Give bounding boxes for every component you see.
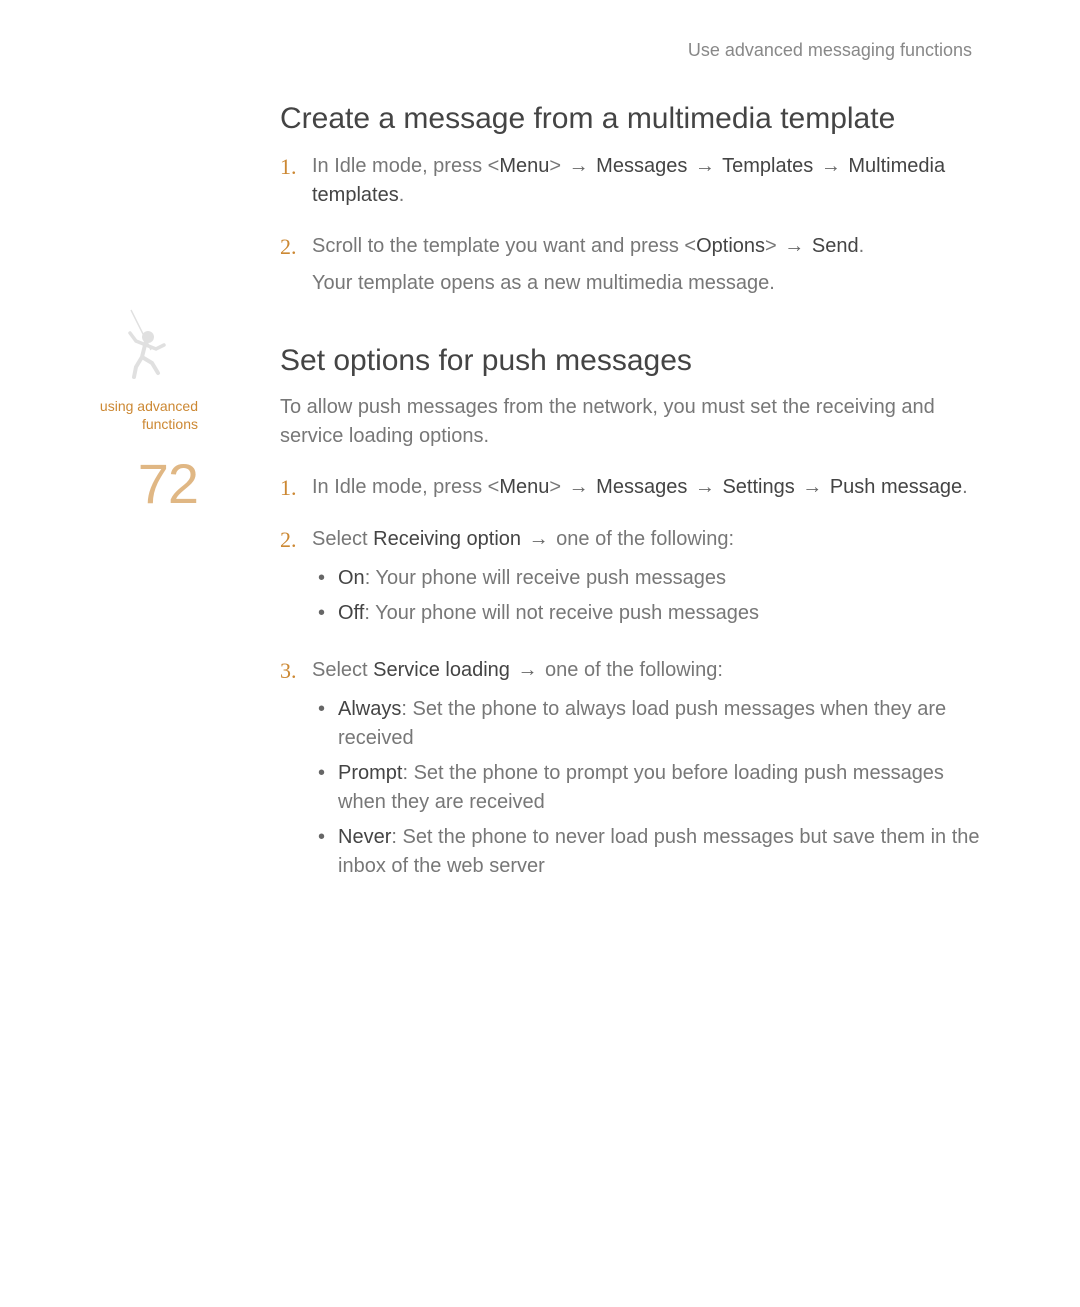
bullet-item: Always: Set the phone to always load pus…: [338, 695, 980, 753]
arrow-icon: →: [567, 476, 591, 498]
arrow-icon: →: [527, 528, 551, 550]
section2-step: 2.Select Receiving option → one of the f…: [280, 525, 980, 634]
bullet-label: Off: [338, 602, 364, 624]
bold-term: Receiving option: [373, 528, 521, 550]
section1-step: 2.Scroll to the template you want and pr…: [280, 232, 980, 298]
bold-term: Push message: [830, 476, 962, 498]
step-text: In Idle mode, press <Menu> → Messages → …: [312, 152, 980, 210]
bullet-item: On: Your phone will receive push message…: [338, 564, 980, 593]
bold-term: Messages: [596, 476, 687, 498]
sidebar: using advanced functions 72: [78, 305, 198, 516]
page-header: Use advanced messaging functions: [688, 40, 972, 61]
step-body: In Idle mode, press <Menu> → Messages → …: [312, 152, 980, 210]
bullet-label: Prompt: [338, 762, 402, 784]
sidebar-label-line2: functions: [142, 416, 198, 432]
bullet-item: Prompt: Set the phone to prompt you befo…: [338, 759, 980, 817]
bold-term: Menu: [499, 476, 549, 498]
step-number: 2.: [280, 232, 312, 298]
step-number: 1.: [280, 473, 312, 503]
step-text: Scroll to the template you want and pres…: [312, 232, 980, 261]
step-body: In Idle mode, press <Menu> → Messages → …: [312, 473, 980, 503]
bold-term: Service loading: [373, 659, 510, 681]
step-body: Select Receiving option → one of the fol…: [312, 525, 980, 634]
section-heading-2: Set options for push messages: [280, 342, 980, 380]
step-number: 1.: [280, 152, 312, 210]
step-text: In Idle mode, press <Menu> → Messages → …: [312, 473, 980, 502]
page-number: 72: [138, 451, 198, 516]
climber-icon: [116, 305, 186, 390]
bold-term: Options: [696, 235, 765, 257]
bullet-item: Off: Your phone will not receive push me…: [338, 599, 980, 628]
bullet-label: Never: [338, 826, 391, 848]
arrow-icon: →: [693, 476, 717, 498]
bullet-text: : Your phone will not receive push messa…: [364, 602, 759, 624]
section2-intro: To allow push messages from the network,…: [280, 393, 980, 451]
bullet-label: On: [338, 567, 365, 589]
step-body: Scroll to the template you want and pres…: [312, 232, 980, 298]
arrow-icon: →: [693, 155, 717, 177]
step-number: 2.: [280, 525, 312, 634]
main-content: Create a message from a multimedia templ…: [280, 100, 980, 909]
step-number: 3.: [280, 656, 312, 887]
section1-step: 1.In Idle mode, press <Menu> → Messages …: [280, 152, 980, 210]
bold-term: Send: [812, 235, 859, 257]
sidebar-section-label: using advanced functions: [100, 398, 198, 433]
bold-term: Settings: [722, 476, 794, 498]
section2-step: 1.In Idle mode, press <Menu> → Messages …: [280, 473, 980, 503]
bullet-text: : Your phone will receive push messages: [365, 567, 726, 589]
arrow-icon: →: [819, 155, 843, 177]
bullet-label: Always: [338, 698, 401, 720]
bullet-text: : Set the phone to never load push messa…: [338, 826, 980, 877]
arrow-icon: →: [515, 659, 539, 681]
bullet-text: : Set the phone to always load push mess…: [338, 698, 946, 749]
section2-step: 3.Select Service loading → one of the fo…: [280, 656, 980, 887]
arrow-icon: →: [800, 476, 824, 498]
step-note: Your template opens as a new multimedia …: [312, 269, 980, 298]
step-body: Select Service loading → one of the foll…: [312, 656, 980, 887]
step-text: Select Receiving option → one of the fol…: [312, 525, 980, 554]
arrow-icon: →: [782, 235, 806, 257]
bullet-item: Never: Set the phone to never load push …: [338, 823, 980, 881]
bullet-list: On: Your phone will receive push message…: [312, 564, 980, 628]
sidebar-label-line1: using advanced: [100, 398, 198, 414]
bullet-text: : Set the phone to prompt you before loa…: [338, 762, 944, 813]
bold-term: Menu: [499, 155, 549, 177]
bold-term: Messages: [596, 155, 687, 177]
section-heading-1: Create a message from a multimedia templ…: [280, 100, 980, 138]
step-text: Select Service loading → one of the foll…: [312, 656, 980, 685]
bullet-list: Always: Set the phone to always load pus…: [312, 695, 980, 881]
arrow-icon: →: [567, 155, 591, 177]
bold-term: Templates: [722, 155, 813, 177]
